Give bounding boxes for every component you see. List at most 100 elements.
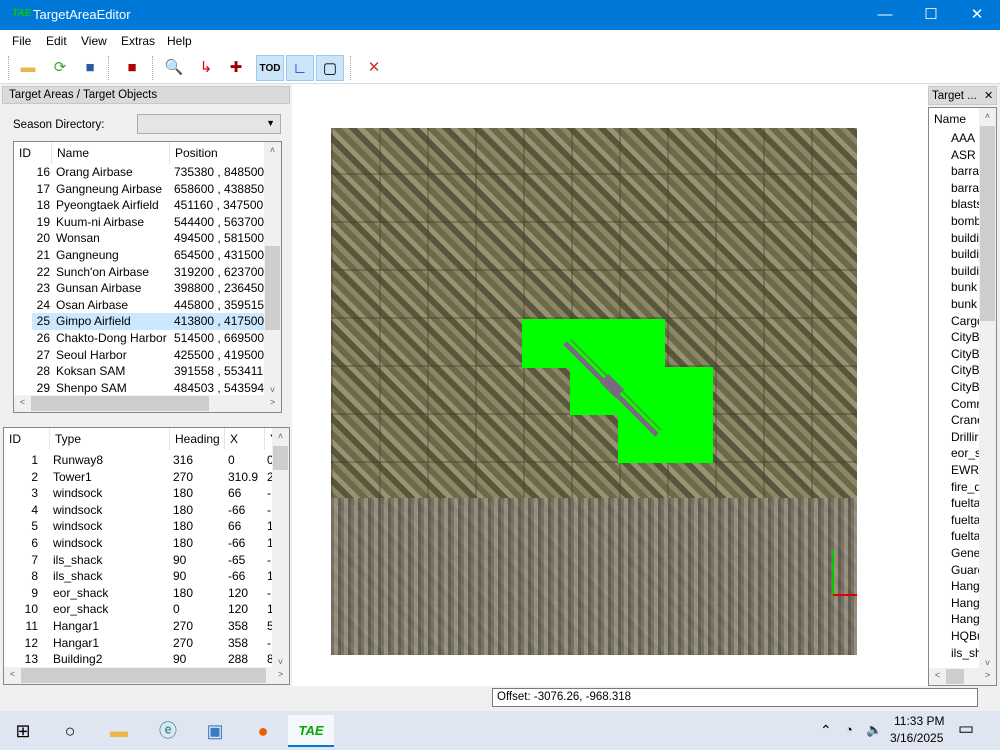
list-item[interactable]: fire_d (951, 479, 981, 496)
vertical-scrollbar[interactable]: ˄ ˅ (272, 428, 289, 669)
file-explorer-icon[interactable]: ▬ (96, 715, 142, 747)
search-icon[interactable]: ○ (47, 715, 93, 747)
table-row[interactable]: 29 Shenpo SAM 484503 , 543594 (32, 380, 264, 397)
table-row[interactable]: 18 Pyeongtaek Airfield 451160 , 347500 (32, 197, 264, 214)
scroll-right-arrow[interactable]: > (272, 669, 289, 679)
table-row[interactable]: 12 Hangar1 270 358- (4, 635, 274, 652)
axes-icon[interactable]: ↳ (192, 55, 220, 81)
tod-toggle[interactable]: TOD (256, 55, 284, 81)
settings-tools-icon[interactable]: ✕ (360, 55, 388, 81)
reload-icon[interactable]: ⟳ (46, 55, 74, 81)
scroll-left-arrow[interactable]: < (14, 397, 31, 407)
column-header-position[interactable]: Position (170, 142, 270, 164)
table-row[interactable]: 24 Osan Airbase 445800 , 359515 (32, 297, 264, 314)
table-row[interactable]: 28 Koksan SAM 391558 , 553411 (32, 363, 264, 380)
list-item[interactable]: CityB (951, 346, 981, 363)
menu-view[interactable]: View (81, 34, 107, 48)
column-header-heading[interactable]: Heading (170, 428, 225, 450)
scroll-left-arrow[interactable]: < (4, 669, 21, 679)
notifications-icon[interactable]: ▭ (958, 719, 974, 739)
tae-app-icon[interactable]: TAE (288, 715, 334, 747)
control-panel-icon[interactable]: ▣ (192, 715, 238, 747)
list-item[interactable]: AAA (951, 130, 981, 147)
bounding-box-toggle[interactable]: ▢ (316, 55, 344, 81)
column-header-type[interactable]: Type (50, 428, 170, 450)
zoom-extents-icon[interactable]: 🔍 (160, 55, 188, 81)
scroll-right-arrow[interactable]: > (264, 397, 281, 407)
open-folder-icon[interactable]: ▬ (14, 55, 42, 81)
chevron-up-icon[interactable]: ⌃ (820, 722, 832, 739)
close-button[interactable]: ✕ (954, 0, 1000, 30)
minimize-button[interactable]: — (862, 0, 908, 30)
table-row[interactable]: 19 Kuum-ni Airbase 544400 , 563700 (32, 214, 264, 231)
list-item[interactable]: EWR (951, 462, 981, 479)
scroll-down-arrow[interactable]: ˅ (264, 385, 281, 395)
list-item[interactable]: barra (951, 163, 981, 180)
list-item[interactable]: fuelta (951, 512, 981, 529)
scrollbar-thumb[interactable] (265, 246, 280, 330)
table-row[interactable]: 27 Seoul Harbor 425500 , 419500 (32, 347, 264, 364)
table-row[interactable]: 25 Gimpo Airfield 413800 , 417500 (32, 313, 264, 330)
table-row[interactable]: 22 Sunch'on Airbase 319200 , 623700 (32, 264, 264, 281)
list-item[interactable]: Crane (951, 412, 981, 429)
horizontal-scrollbar[interactable]: < > (14, 395, 281, 412)
list-item[interactable]: CityB (951, 379, 981, 396)
table-row[interactable]: 4windsock180-66-1 (4, 502, 274, 519)
wifi-icon[interactable]: ◔ (845, 722, 853, 737)
list-item[interactable]: Drillir (951, 429, 981, 446)
table-row[interactable]: 13 Building2 90 288 8 (4, 651, 274, 668)
list-item[interactable]: Cargo (951, 313, 981, 330)
scroll-up-arrow[interactable]: ˄ (979, 111, 996, 121)
list-item[interactable]: CityB (951, 362, 981, 379)
scroll-up-arrow[interactable]: ˄ (264, 145, 281, 155)
scroll-down-arrow[interactable]: ˅ (979, 658, 996, 668)
table-row[interactable]: 23 Gunsan Airbase 398800 , 236450 (32, 280, 264, 297)
scrollbar-thumb[interactable] (980, 126, 995, 321)
table-row[interactable]: 26 Chakto-Dong Harbor 514500 , 669500 (32, 330, 264, 347)
table-row[interactable]: 1 Runway8 316 0 0 (4, 452, 274, 469)
list-item[interactable]: Comr (951, 396, 981, 413)
firefox-icon[interactable]: ● (240, 715, 286, 747)
table-row[interactable]: 5 windsock 180 66 1 (4, 518, 274, 535)
save-icon[interactable]: ■ (76, 55, 104, 81)
maximize-button[interactable]: ☐ (908, 0, 954, 30)
menu-extras[interactable]: Extras (121, 34, 155, 48)
table-row[interactable]: 7ils_shack90-65-1 (4, 552, 274, 569)
table-row[interactable]: 6 windsock 180 -66 1 (4, 535, 274, 552)
list-item[interactable]: bunk (951, 296, 981, 313)
axis-gizmo-toggle[interactable]: ∟ (286, 55, 314, 81)
close-panel-button[interactable]: ✕ (984, 89, 993, 102)
table-row[interactable]: 11 Hangar1 270 358 5 (4, 618, 274, 635)
menu-help[interactable]: Help (167, 34, 192, 48)
scrollbar-thumb[interactable] (273, 446, 288, 470)
list-item[interactable]: ASR (951, 147, 981, 164)
season-directory-select[interactable]: ▼ (137, 114, 281, 134)
add-target-icon[interactable]: ■ (118, 55, 146, 81)
table-row[interactable]: 9eor_shack180120-1 (4, 585, 274, 602)
menu-edit[interactable]: Edit (46, 34, 67, 48)
list-item[interactable]: buildi (951, 263, 981, 280)
list-item[interactable]: buildi (951, 246, 981, 263)
scroll-right-arrow[interactable]: > (979, 670, 996, 680)
viewport[interactable] (292, 84, 928, 686)
column-header-id[interactable]: ID (14, 142, 52, 164)
list-item[interactable]: Gener (951, 545, 981, 562)
start-icon[interactable]: ⊞ (0, 715, 46, 747)
vertical-scrollbar[interactable]: ˄ ˅ (264, 142, 281, 397)
list-item[interactable]: Guard (951, 562, 981, 579)
list-item[interactable]: bomb (951, 213, 981, 230)
list-item[interactable]: Hang (951, 595, 981, 612)
edge-icon[interactable]: ⓔ (145, 715, 191, 747)
list-item[interactable]: blasts (951, 196, 981, 213)
scrollbar-thumb[interactable] (21, 668, 266, 683)
volume-icon[interactable]: 🔈 (866, 722, 882, 738)
satellite-map[interactable] (331, 128, 857, 655)
list-item[interactable]: eor_sl (951, 445, 981, 462)
table-row[interactable]: 2 Tower1 270 310.9 2 (4, 469, 274, 486)
column-header-name[interactable]: Name (52, 142, 170, 164)
table-row[interactable]: 21 Gangneung 654500 , 431500 (32, 247, 264, 264)
list-item[interactable]: bunk (951, 279, 981, 296)
table-row[interactable]: 3windsock18066-1 (4, 485, 274, 502)
vertical-scrollbar[interactable]: ˄ ˅ (979, 108, 996, 670)
list-item[interactable]: HQBu (951, 628, 981, 645)
